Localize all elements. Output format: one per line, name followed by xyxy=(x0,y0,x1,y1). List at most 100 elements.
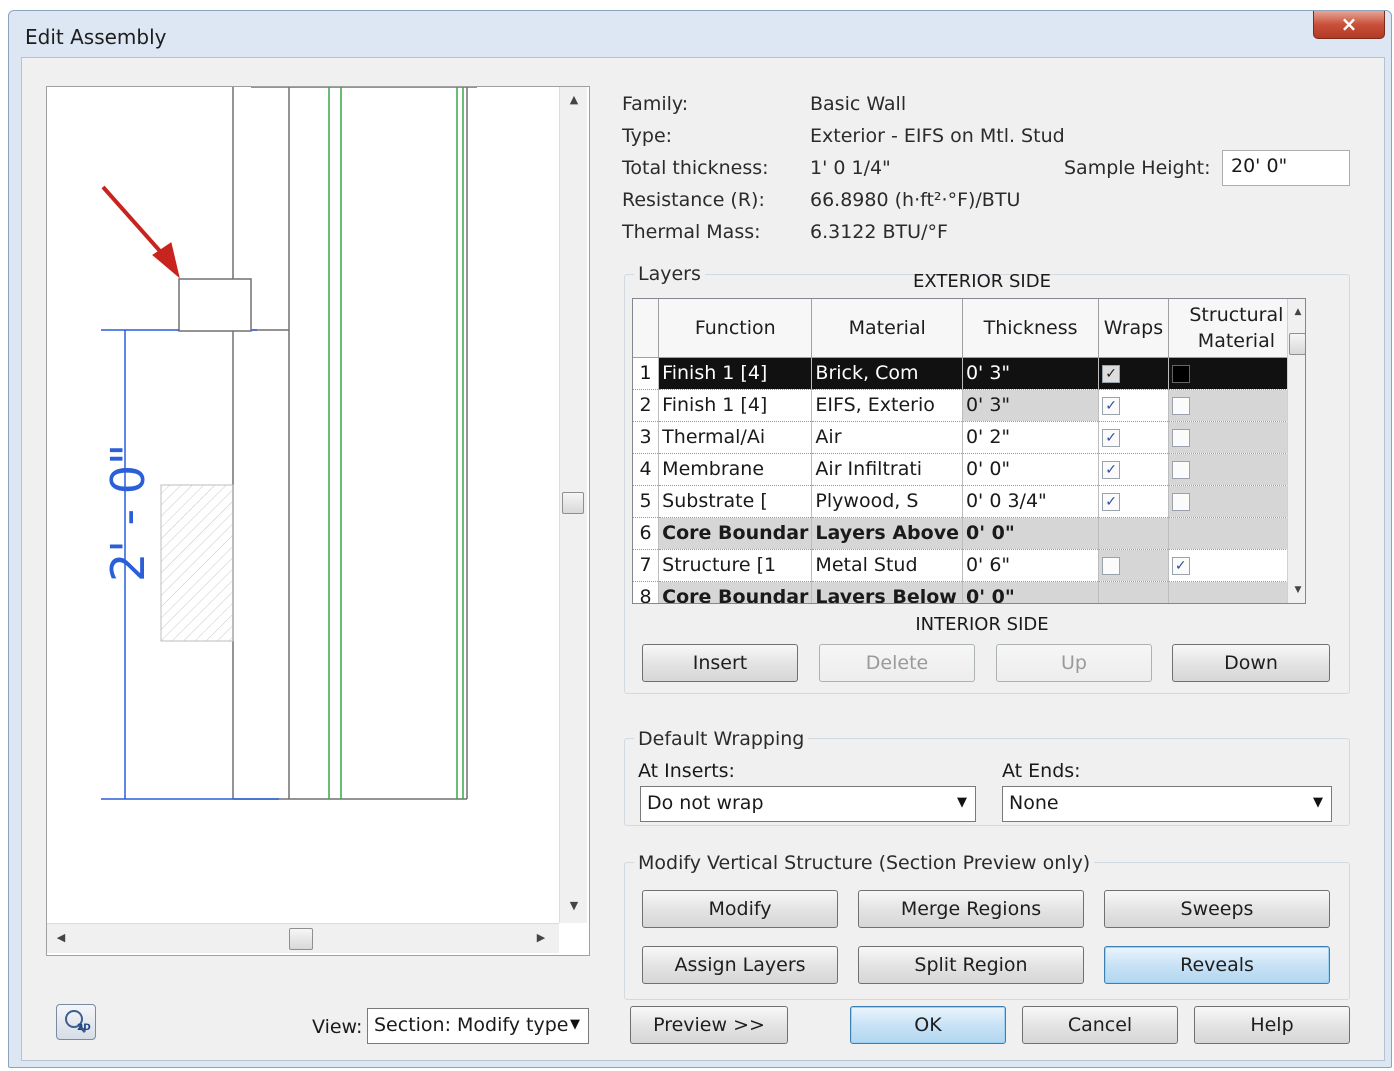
merge-regions-button[interactable]: Merge Regions xyxy=(858,890,1084,928)
layers-scroll-up-icon[interactable]: ▲ xyxy=(1288,307,1305,317)
structural-checkbox[interactable] xyxy=(1171,460,1190,479)
preview-horizontal-scrollbar[interactable]: ◀ ▶ xyxy=(47,923,559,953)
layer-thickness-cell[interactable]: 0' 3" xyxy=(962,389,1100,422)
layer-function-cell[interactable]: Substrate [ xyxy=(658,485,813,518)
preview-vertical-scrollbar[interactable]: ▲ ▼ xyxy=(559,87,587,923)
reveals-button[interactable]: Reveals xyxy=(1104,946,1330,984)
layer-row[interactable]: 7 Structure [1 Metal Stud 0' 6" ✓ xyxy=(633,549,1305,582)
layers-scroll-down-icon[interactable]: ▼ xyxy=(1288,585,1305,595)
layer-row-core-boundary[interactable]: 8 Core Boundar Layers Below 0' 0" xyxy=(633,581,1305,603)
wraps-checkbox[interactable]: ✓ xyxy=(1102,396,1121,415)
row-number[interactable]: 3 xyxy=(633,421,660,454)
row-number[interactable]: 8 xyxy=(633,581,660,603)
section-preview[interactable]: 2' - 0" ▲ ▼ ◀ ▶ xyxy=(46,86,590,956)
structural-checkbox[interactable] xyxy=(1171,396,1190,415)
layer-material-cell[interactable]: Air Infiltrati xyxy=(811,453,963,486)
structural-checkbox[interactable] xyxy=(1171,492,1190,511)
layer-thickness-cell[interactable]: 0' 6" xyxy=(962,549,1100,582)
layer-thickness-cell[interactable]: 0' 2" xyxy=(962,421,1100,454)
at-inserts-select[interactable]: Do not wrap ▼ xyxy=(640,786,976,822)
layer-structural-cell[interactable] xyxy=(1168,357,1305,390)
layer-thickness-cell[interactable]: 0' 0 3/4" xyxy=(962,485,1100,518)
layer-thickness-cell[interactable]: 0' 0" xyxy=(962,453,1100,486)
sweeps-button[interactable]: Sweeps xyxy=(1104,890,1330,928)
wraps-checkbox[interactable]: ✓ xyxy=(1102,460,1121,479)
structural-checkbox[interactable]: ✓ xyxy=(1171,556,1190,575)
layer-material-cell[interactable]: EIFS, Exterio xyxy=(811,389,963,422)
layer-structural-cell[interactable] xyxy=(1168,389,1305,422)
layer-thickness-cell[interactable]: 0' 0" xyxy=(962,581,1100,603)
row-number[interactable]: 4 xyxy=(633,453,660,486)
layer-material-cell[interactable]: Plywood, S xyxy=(811,485,963,518)
cancel-button[interactable]: Cancel xyxy=(1022,1006,1178,1044)
layer-row-core-boundary[interactable]: 6 Core Boundar Layers Above 0' 0" xyxy=(633,517,1305,550)
assign-layers-button[interactable]: Assign Layers xyxy=(642,946,838,984)
layer-function-cell[interactable]: Core Boundar xyxy=(658,581,813,603)
row-number[interactable]: 6 xyxy=(633,517,660,550)
row-number[interactable]: 5 xyxy=(633,485,660,518)
column-header-thickness[interactable]: Thickness xyxy=(962,299,1100,358)
layer-function-cell[interactable]: Core Boundar xyxy=(658,517,813,550)
row-number[interactable]: 2 xyxy=(633,389,660,422)
layer-wraps-cell[interactable]: ✓ xyxy=(1098,357,1169,390)
layer-material-cell[interactable]: Air xyxy=(811,421,963,454)
layer-structural-cell[interactable] xyxy=(1168,421,1305,454)
layers-vertical-scrollbar[interactable]: ▲ ▼ xyxy=(1287,299,1305,603)
insert-button[interactable]: Insert xyxy=(642,644,798,682)
toggle-2d-button[interactable]: 2D xyxy=(56,1004,96,1040)
horizontal-scroll-thumb[interactable] xyxy=(289,928,313,950)
split-region-button[interactable]: Split Region xyxy=(858,946,1084,984)
structural-checkbox[interactable] xyxy=(1171,428,1190,447)
structural-checkbox[interactable] xyxy=(1171,364,1190,383)
layers-scroll-thumb[interactable] xyxy=(1289,333,1305,355)
sample-height-input[interactable]: 20' 0" xyxy=(1222,150,1350,186)
preview-button[interactable]: Preview >> xyxy=(630,1006,788,1044)
down-button[interactable]: Down xyxy=(1172,644,1330,682)
layer-function-cell[interactable]: Finish 1 [4] xyxy=(658,389,813,422)
scroll-right-arrow-icon[interactable]: ▶ xyxy=(531,931,551,944)
title-bar[interactable]: Edit Assembly × xyxy=(9,11,1391,55)
layer-row[interactable]: 2 Finish 1 [4] EIFS, Exterio 0' 3" ✓ xyxy=(633,389,1305,422)
layer-wraps-cell[interactable]: ✓ xyxy=(1098,485,1169,518)
layer-material-cell[interactable]: Metal Stud xyxy=(811,549,963,582)
scroll-up-arrow-icon[interactable]: ▲ xyxy=(564,93,584,106)
layer-wraps-cell[interactable]: ✓ xyxy=(1098,389,1169,422)
close-button[interactable]: × xyxy=(1313,11,1385,39)
wraps-checkbox[interactable]: ✓ xyxy=(1102,428,1121,447)
row-number[interactable]: 7 xyxy=(633,549,660,582)
layers-grid[interactable]: Function Material Thickness Wraps Struct… xyxy=(632,298,1306,604)
layer-wraps-cell[interactable]: ✓ xyxy=(1098,421,1169,454)
layer-function-cell[interactable]: Thermal/Ai xyxy=(658,421,813,454)
layer-wraps-cell[interactable] xyxy=(1098,549,1169,582)
wraps-checkbox[interactable] xyxy=(1102,556,1121,575)
layer-material-cell[interactable]: Layers Above xyxy=(811,517,963,550)
layer-wraps-cell[interactable]: ✓ xyxy=(1098,453,1169,486)
wraps-checkbox[interactable]: ✓ xyxy=(1102,492,1121,511)
layer-row[interactable]: 4 Membrane Air Infiltrati 0' 0" ✓ xyxy=(633,453,1305,486)
row-number[interactable]: 1 xyxy=(633,357,660,390)
scroll-left-arrow-icon[interactable]: ◀ xyxy=(51,931,71,944)
column-header-function[interactable]: Function xyxy=(658,299,813,358)
help-button[interactable]: Help xyxy=(1194,1006,1350,1044)
vertical-scroll-thumb[interactable] xyxy=(562,492,584,514)
layer-material-cell[interactable]: Brick, Com xyxy=(811,357,963,390)
layer-thickness-cell[interactable]: 0' 3" xyxy=(962,357,1100,390)
layer-function-cell[interactable]: Structure [1 xyxy=(658,549,813,582)
up-button[interactable]: Up xyxy=(996,644,1152,682)
delete-button[interactable]: Delete xyxy=(819,644,975,682)
layer-row[interactable]: 3 Thermal/Ai Air 0' 2" ✓ xyxy=(633,421,1305,454)
column-header-wraps[interactable]: Wraps xyxy=(1098,299,1169,358)
layer-structural-cell[interactable] xyxy=(1168,485,1305,518)
at-ends-select[interactable]: None ▼ xyxy=(1002,786,1332,822)
scroll-down-arrow-icon[interactable]: ▼ xyxy=(564,899,584,912)
layer-material-cell[interactable]: Layers Below xyxy=(811,581,963,603)
modify-button[interactable]: Modify xyxy=(642,890,838,928)
column-header-material[interactable]: Material xyxy=(811,299,963,358)
column-header-structural-material[interactable]: Structural Material xyxy=(1168,299,1305,358)
layer-function-cell[interactable]: Finish 1 [4] xyxy=(658,357,813,390)
layer-function-cell[interactable]: Membrane xyxy=(658,453,813,486)
ok-button[interactable]: OK xyxy=(850,1006,1006,1044)
layer-thickness-cell[interactable]: 0' 0" xyxy=(962,517,1100,550)
layer-row[interactable]: 5 Substrate [ Plywood, S 0' 0 3/4" ✓ xyxy=(633,485,1305,518)
wraps-checkbox[interactable]: ✓ xyxy=(1102,364,1121,383)
